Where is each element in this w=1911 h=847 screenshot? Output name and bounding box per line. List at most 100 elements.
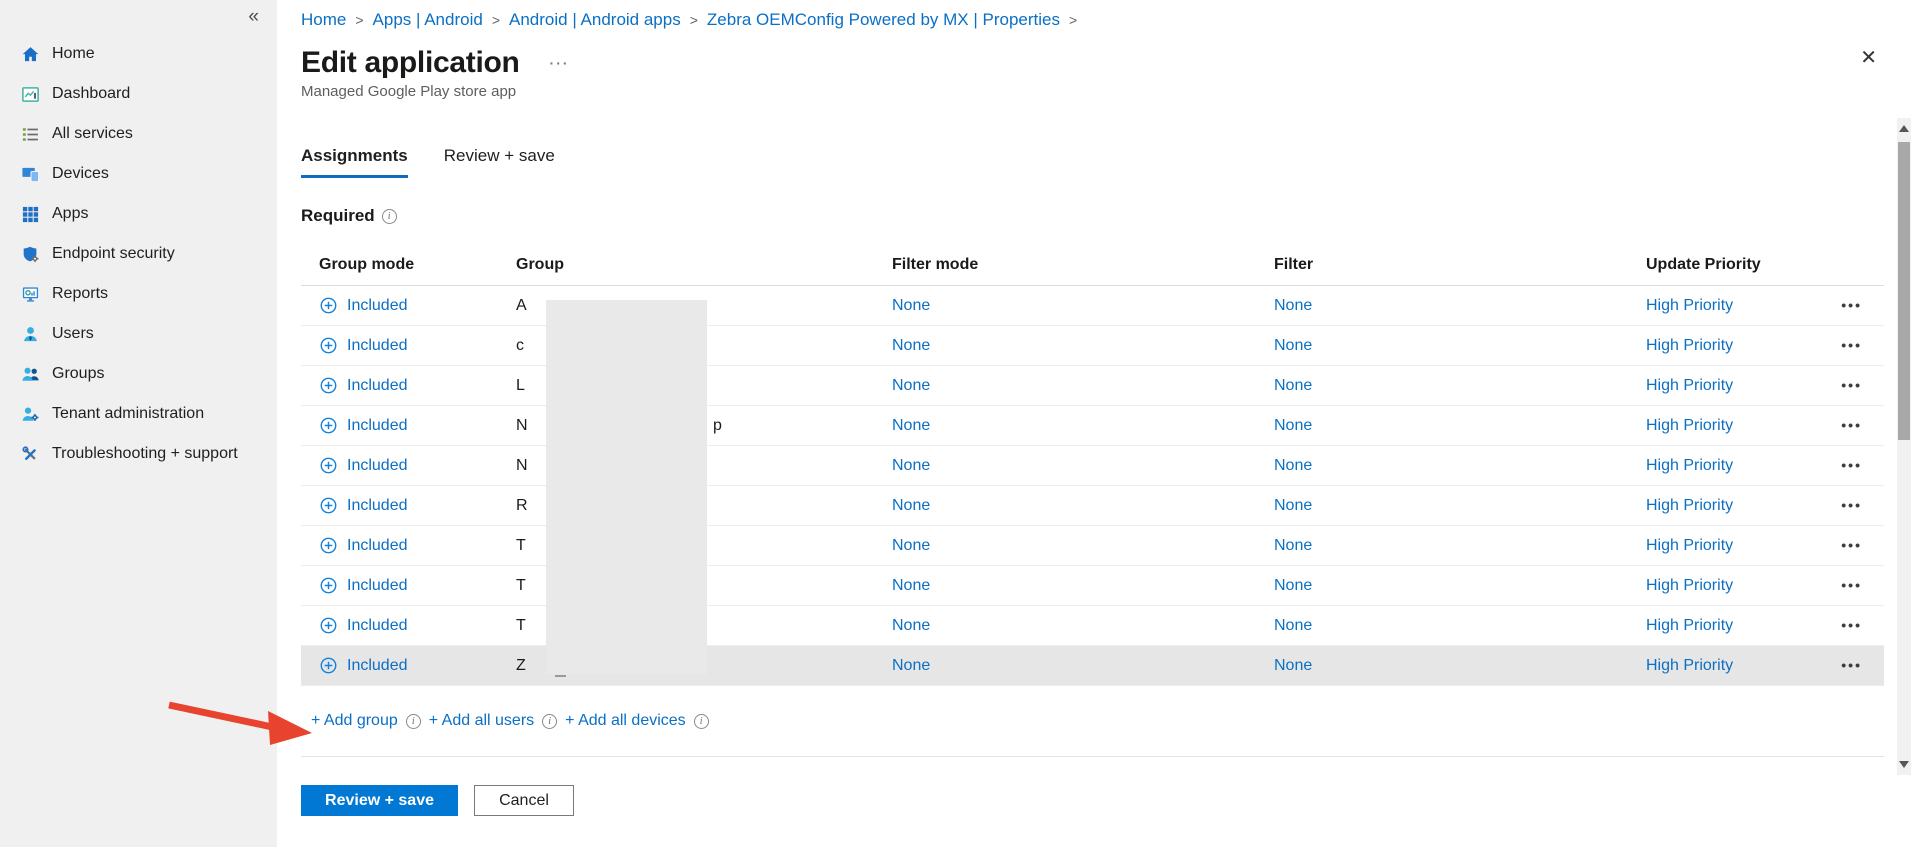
filter-link[interactable]: None bbox=[1274, 537, 1312, 554]
group-mode-link[interactable]: Included bbox=[347, 577, 408, 595]
close-icon[interactable]: ✕ bbox=[1860, 48, 1877, 68]
row-context-menu-button[interactable]: ••• bbox=[1841, 417, 1862, 433]
row-context-menu-button[interactable]: ••• bbox=[1841, 537, 1862, 553]
vertical-scrollbar[interactable] bbox=[1897, 118, 1911, 775]
update-priority-link[interactable]: High Priority bbox=[1646, 337, 1733, 354]
table-row[interactable]: Included A None None High Priority ••• bbox=[301, 286, 1884, 326]
filter-mode-link[interactable]: None bbox=[892, 417, 930, 434]
filter-link[interactable]: None bbox=[1274, 657, 1312, 674]
sidebar-item-apps[interactable]: Apps bbox=[0, 194, 277, 234]
filter-link[interactable]: None bbox=[1274, 457, 1312, 474]
update-priority-link[interactable]: High Priority bbox=[1646, 417, 1733, 434]
info-icon[interactable]: i bbox=[406, 714, 421, 729]
update-priority-link[interactable]: High Priority bbox=[1646, 497, 1733, 514]
group-mode-link[interactable]: Included bbox=[347, 617, 408, 635]
sidebar-item-reports[interactable]: Reports bbox=[0, 274, 277, 314]
info-icon[interactable]: i bbox=[542, 714, 557, 729]
add-all-users-link[interactable]: + Add all users bbox=[429, 712, 534, 730]
filter-mode-link[interactable]: None bbox=[892, 617, 930, 634]
row-context-menu-button[interactable]: ••• bbox=[1841, 617, 1862, 633]
scrollbar-thumb[interactable] bbox=[1898, 142, 1910, 440]
included-plus-icon bbox=[319, 496, 338, 515]
sidebar-item-home[interactable]: Home bbox=[0, 34, 277, 74]
sidebar-collapse-icon[interactable]: « bbox=[248, 6, 259, 28]
table-row[interactable]: Included Z None None High Priority ••• bbox=[301, 646, 1884, 686]
filter-mode-link[interactable]: None bbox=[892, 337, 930, 354]
sidebar-item-tenant-administration[interactable]: Tenant administration bbox=[0, 394, 277, 434]
group-mode-link[interactable]: Included bbox=[347, 657, 408, 675]
table-row[interactable]: Included N p None None High Priority ••• bbox=[301, 406, 1884, 446]
row-context-menu-button[interactable]: ••• bbox=[1841, 657, 1862, 673]
group-mode-link[interactable]: Included bbox=[347, 497, 408, 515]
row-context-menu-button[interactable]: ••• bbox=[1841, 457, 1862, 473]
filter-mode-link[interactable]: None bbox=[892, 537, 930, 554]
info-icon[interactable]: i bbox=[694, 714, 709, 729]
update-priority-link[interactable]: High Priority bbox=[1646, 297, 1733, 314]
update-priority-link[interactable]: High Priority bbox=[1646, 377, 1733, 394]
update-priority-link[interactable]: High Priority bbox=[1646, 617, 1733, 634]
group-mode-link[interactable]: Included bbox=[347, 337, 408, 355]
table-row[interactable]: Included T None None High Priority ••• bbox=[301, 566, 1884, 606]
filter-mode-link[interactable]: None bbox=[892, 657, 930, 674]
update-priority-link[interactable]: High Priority bbox=[1646, 537, 1733, 554]
filter-link[interactable]: None bbox=[1274, 417, 1312, 434]
breadcrumb-link[interactable]: Android | Android apps bbox=[509, 10, 681, 29]
breadcrumb-link[interactable]: Apps | Android bbox=[373, 10, 483, 29]
tenant-admin-icon bbox=[20, 404, 40, 424]
scroll-down-icon[interactable] bbox=[1899, 761, 1909, 768]
table-row[interactable]: Included L None None High Priority ••• bbox=[301, 366, 1884, 406]
breadcrumb-link[interactable]: Home bbox=[301, 10, 346, 29]
sidebar-item-groups[interactable]: Groups bbox=[0, 354, 277, 394]
filter-link[interactable]: None bbox=[1274, 497, 1312, 514]
sidebar-item-devices[interactable]: Devices bbox=[0, 154, 277, 194]
table-row[interactable]: Included R None None High Priority ••• bbox=[301, 486, 1884, 526]
group-mode-link[interactable]: Included bbox=[347, 417, 408, 435]
table-row[interactable]: Included T None None High Priority ••• bbox=[301, 526, 1884, 566]
sidebar: « Home Dashboard All services Devices Ap… bbox=[0, 0, 277, 847]
included-plus-icon bbox=[319, 296, 338, 315]
group-mode-link[interactable]: Included bbox=[347, 457, 408, 475]
filter-mode-link[interactable]: None bbox=[892, 297, 930, 314]
filter-link[interactable]: None bbox=[1274, 337, 1312, 354]
group-mode-link[interactable]: Included bbox=[347, 377, 408, 395]
filter-mode-link[interactable]: None bbox=[892, 497, 930, 514]
review-save-button[interactable]: Review + save bbox=[301, 785, 458, 816]
more-options-icon[interactable]: ··· bbox=[550, 55, 570, 71]
tab-assignments[interactable]: Assignments bbox=[301, 146, 408, 178]
group-mode-link[interactable]: Included bbox=[347, 537, 408, 555]
tab-review-save[interactable]: Review + save bbox=[444, 146, 555, 178]
update-priority-link[interactable]: High Priority bbox=[1646, 457, 1733, 474]
info-icon[interactable]: i bbox=[382, 209, 397, 224]
filter-mode-link[interactable]: None bbox=[892, 377, 930, 394]
sidebar-item-endpoint-security[interactable]: Endpoint security bbox=[0, 234, 277, 274]
row-context-menu-button[interactable]: ••• bbox=[1841, 577, 1862, 593]
table-row[interactable]: Included N None None High Priority ••• bbox=[301, 446, 1884, 486]
update-priority-link[interactable]: High Priority bbox=[1646, 657, 1733, 674]
update-priority-link[interactable]: High Priority bbox=[1646, 577, 1733, 594]
row-context-menu-button[interactable]: ••• bbox=[1841, 337, 1862, 353]
filter-mode-link[interactable]: None bbox=[892, 577, 930, 594]
breadcrumb-link[interactable]: Zebra OEMConfig Powered by MX | Properti… bbox=[707, 10, 1060, 29]
included-plus-icon bbox=[319, 576, 338, 595]
row-context-menu-button[interactable]: ••• bbox=[1841, 297, 1862, 313]
sidebar-item-troubleshooting-support[interactable]: Troubleshooting + support bbox=[0, 434, 277, 474]
row-context-menu-button[interactable]: ••• bbox=[1841, 377, 1862, 393]
table-row[interactable]: Included T None None High Priority ••• bbox=[301, 606, 1884, 646]
filter-link[interactable]: None bbox=[1274, 617, 1312, 634]
included-plus-icon bbox=[319, 616, 338, 635]
sidebar-item-users[interactable]: Users bbox=[0, 314, 277, 354]
filter-link[interactable]: None bbox=[1274, 377, 1312, 394]
cancel-button[interactable]: Cancel bbox=[474, 785, 574, 816]
sidebar-item-all-services[interactable]: All services bbox=[0, 114, 277, 154]
group-mode-link[interactable]: Included bbox=[347, 297, 408, 315]
sidebar-item-dashboard[interactable]: Dashboard bbox=[0, 74, 277, 114]
filter-mode-link[interactable]: None bbox=[892, 457, 930, 474]
row-context-menu-button[interactable]: ••• bbox=[1841, 497, 1862, 513]
required-section-title: Required bbox=[301, 206, 375, 226]
scroll-up-icon[interactable] bbox=[1899, 125, 1909, 132]
filter-link[interactable]: None bbox=[1274, 297, 1312, 314]
add-group-link[interactable]: + Add group bbox=[311, 712, 398, 730]
add-all-devices-link[interactable]: + Add all devices bbox=[565, 712, 686, 730]
table-row[interactable]: Included c None None High Priority ••• bbox=[301, 326, 1884, 366]
filter-link[interactable]: None bbox=[1274, 577, 1312, 594]
